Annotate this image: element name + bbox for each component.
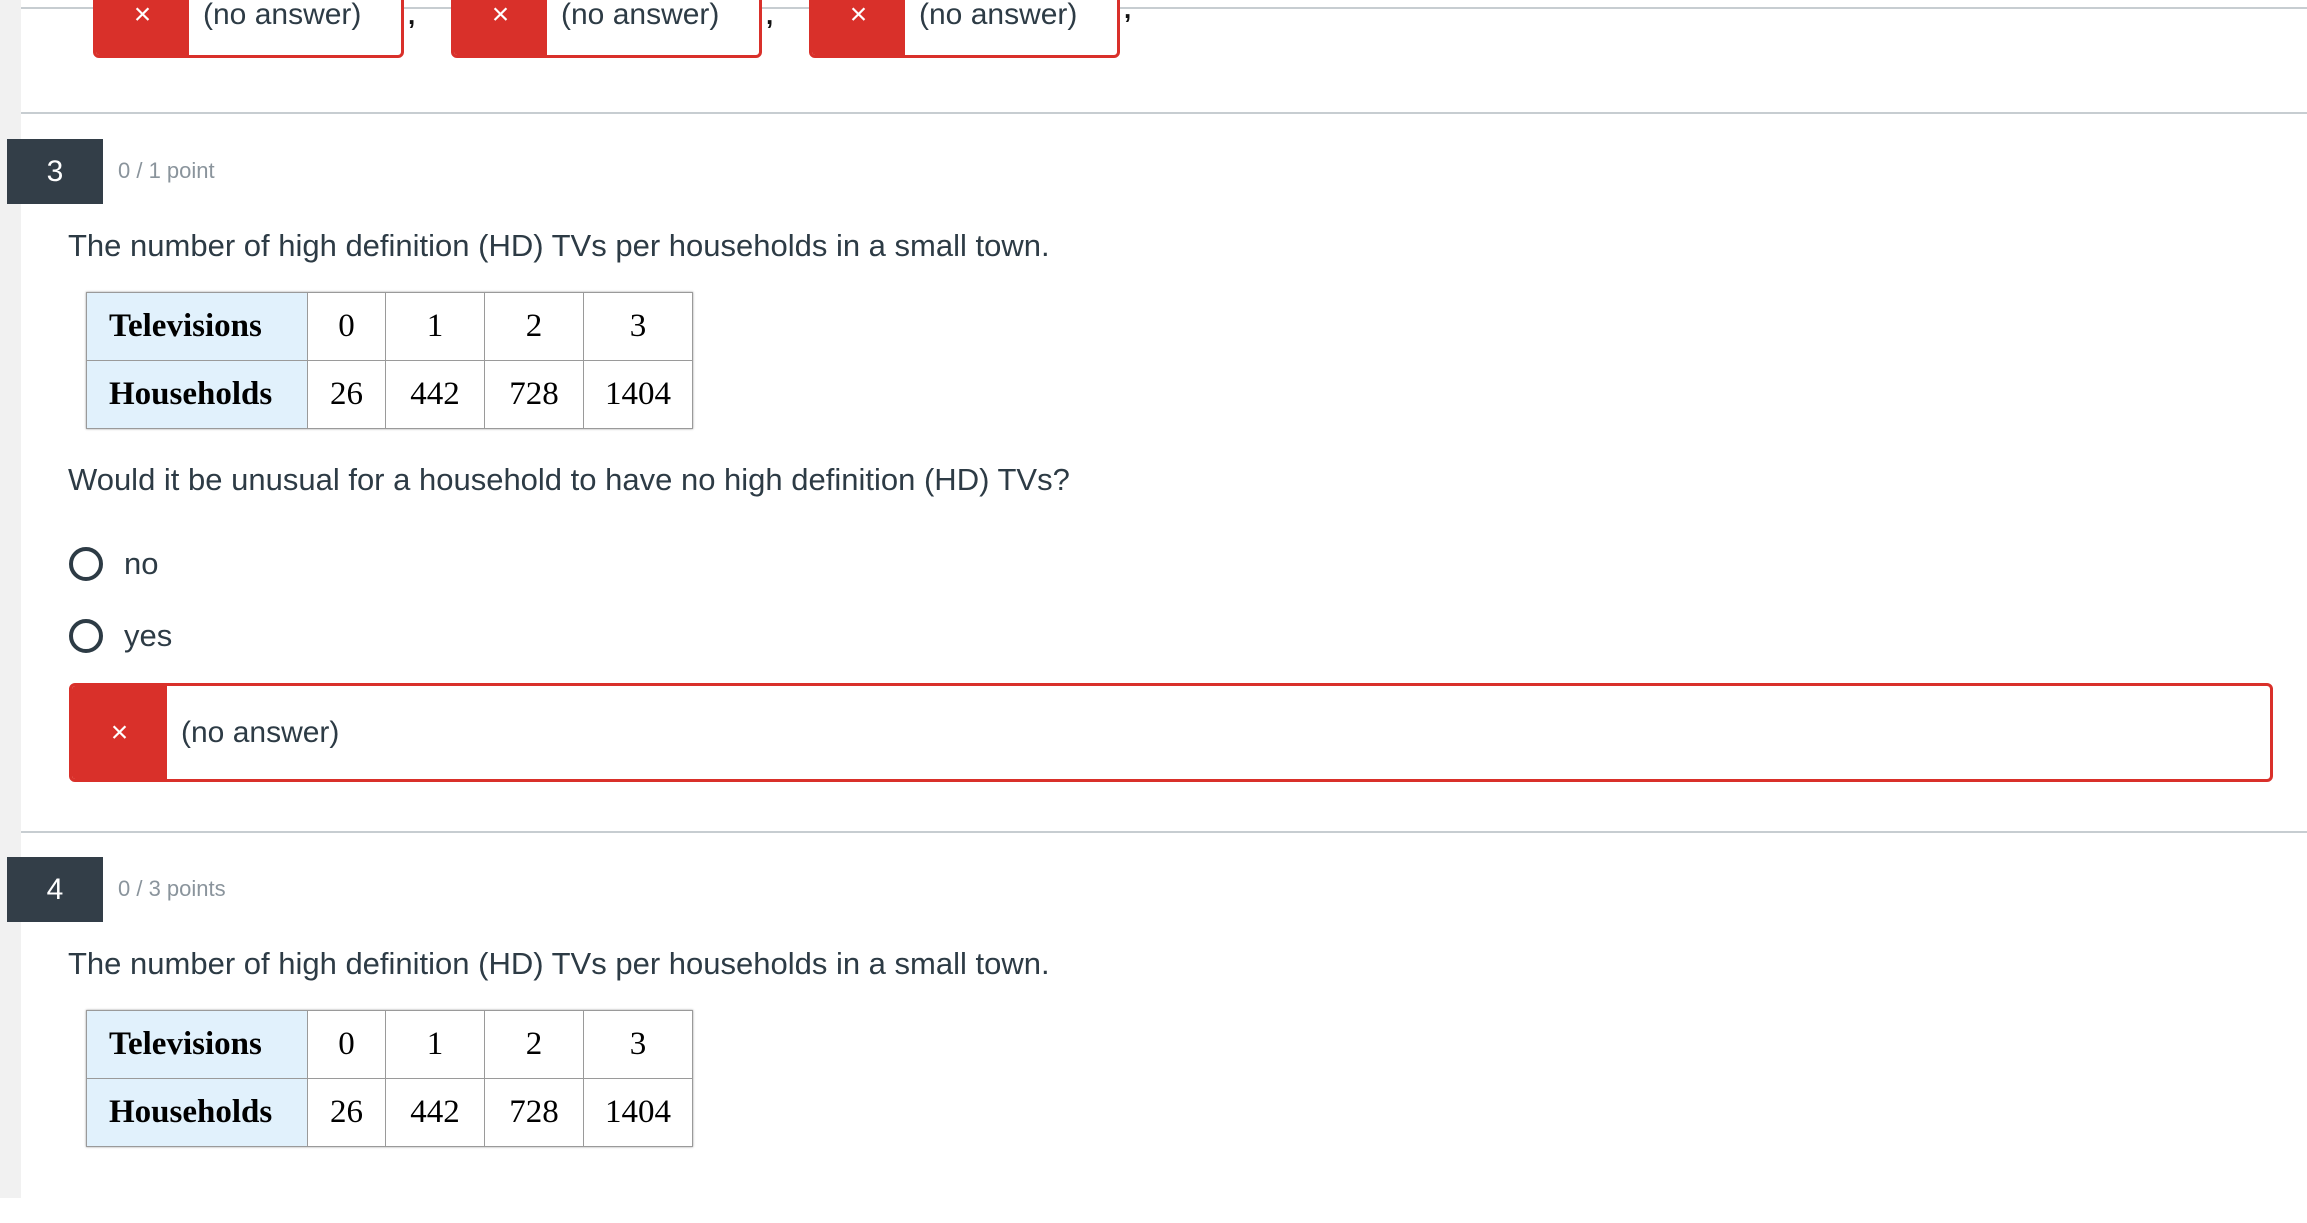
table-cell: 1404	[583, 360, 693, 429]
question-intro: The number of high definition (HD) TVs p…	[68, 946, 1050, 981]
data-table: Televisions 0 1 2 3 Households 26 442 72…	[86, 292, 693, 429]
table-cell: 728	[484, 360, 584, 429]
question-intro: The number of high definition (HD) TVs p…	[68, 228, 1050, 263]
table-cell: 1	[385, 1010, 485, 1079]
answer-text: (no answer)	[919, 0, 1078, 31]
table-cell: 1404	[583, 1078, 693, 1147]
row-header: Televisions	[86, 292, 308, 361]
table-cell: 0	[307, 1010, 386, 1079]
question-points: 0 / 3 points	[118, 876, 226, 901]
table-cell: 3	[583, 1010, 693, 1079]
question-number-badge: 4	[7, 857, 103, 922]
table-cell: 442	[385, 1078, 485, 1147]
table-row: Televisions 0 1 2 3	[86, 1010, 693, 1079]
incorrect-answer-box: × (no answer)	[93, 0, 404, 58]
separator: ,	[408, 0, 416, 30]
incorrect-answer-box: × (no answer)	[69, 683, 2273, 782]
table-cell: 1	[385, 292, 485, 361]
radio-button[interactable]	[69, 547, 103, 581]
table-cell: 3	[583, 292, 693, 361]
separator: ,	[1124, 0, 1132, 24]
separator: ,	[766, 0, 774, 30]
answer-text: (no answer)	[181, 715, 340, 749]
radio-button[interactable]	[69, 619, 103, 653]
question-divider	[21, 112, 2307, 114]
option-label: no	[124, 546, 159, 581]
table-cell: 2	[484, 1010, 584, 1079]
incorrect-answer-box: × (no answer)	[809, 0, 1120, 58]
table-cell: 0	[307, 292, 386, 361]
table-cell: 26	[307, 360, 386, 429]
answer-text: (no answer)	[561, 0, 720, 31]
table-cell: 26	[307, 1078, 386, 1147]
row-header: Households	[86, 360, 308, 429]
table-cell: 728	[484, 1078, 584, 1147]
option-no[interactable]: no	[69, 546, 158, 582]
incorrect-answer-box: × (no answer)	[451, 0, 762, 58]
question-points: 0 / 1 point	[118, 158, 215, 183]
row-header: Households	[86, 1078, 308, 1147]
close-icon: ×	[72, 686, 167, 779]
data-table: Televisions 0 1 2 3 Households 26 442 72…	[86, 1010, 693, 1147]
table-row: Households 26 442 728 1404	[86, 360, 693, 429]
row-header: Televisions	[86, 1010, 308, 1079]
question-number-badge: 3	[7, 139, 103, 204]
question-divider	[21, 831, 2307, 833]
table-cell: 442	[385, 360, 485, 429]
option-yes[interactable]: yes	[69, 618, 172, 654]
close-icon: ×	[96, 0, 189, 55]
close-icon: ×	[812, 0, 905, 55]
close-icon: ×	[454, 0, 547, 55]
table-row: Televisions 0 1 2 3	[86, 292, 693, 361]
question-prompt: Would it be unusual for a household to h…	[68, 462, 1070, 497]
option-label: yes	[124, 618, 173, 653]
answer-text: (no answer)	[203, 0, 362, 31]
table-row: Households 26 442 728 1404	[86, 1078, 693, 1147]
table-cell: 2	[484, 292, 584, 361]
